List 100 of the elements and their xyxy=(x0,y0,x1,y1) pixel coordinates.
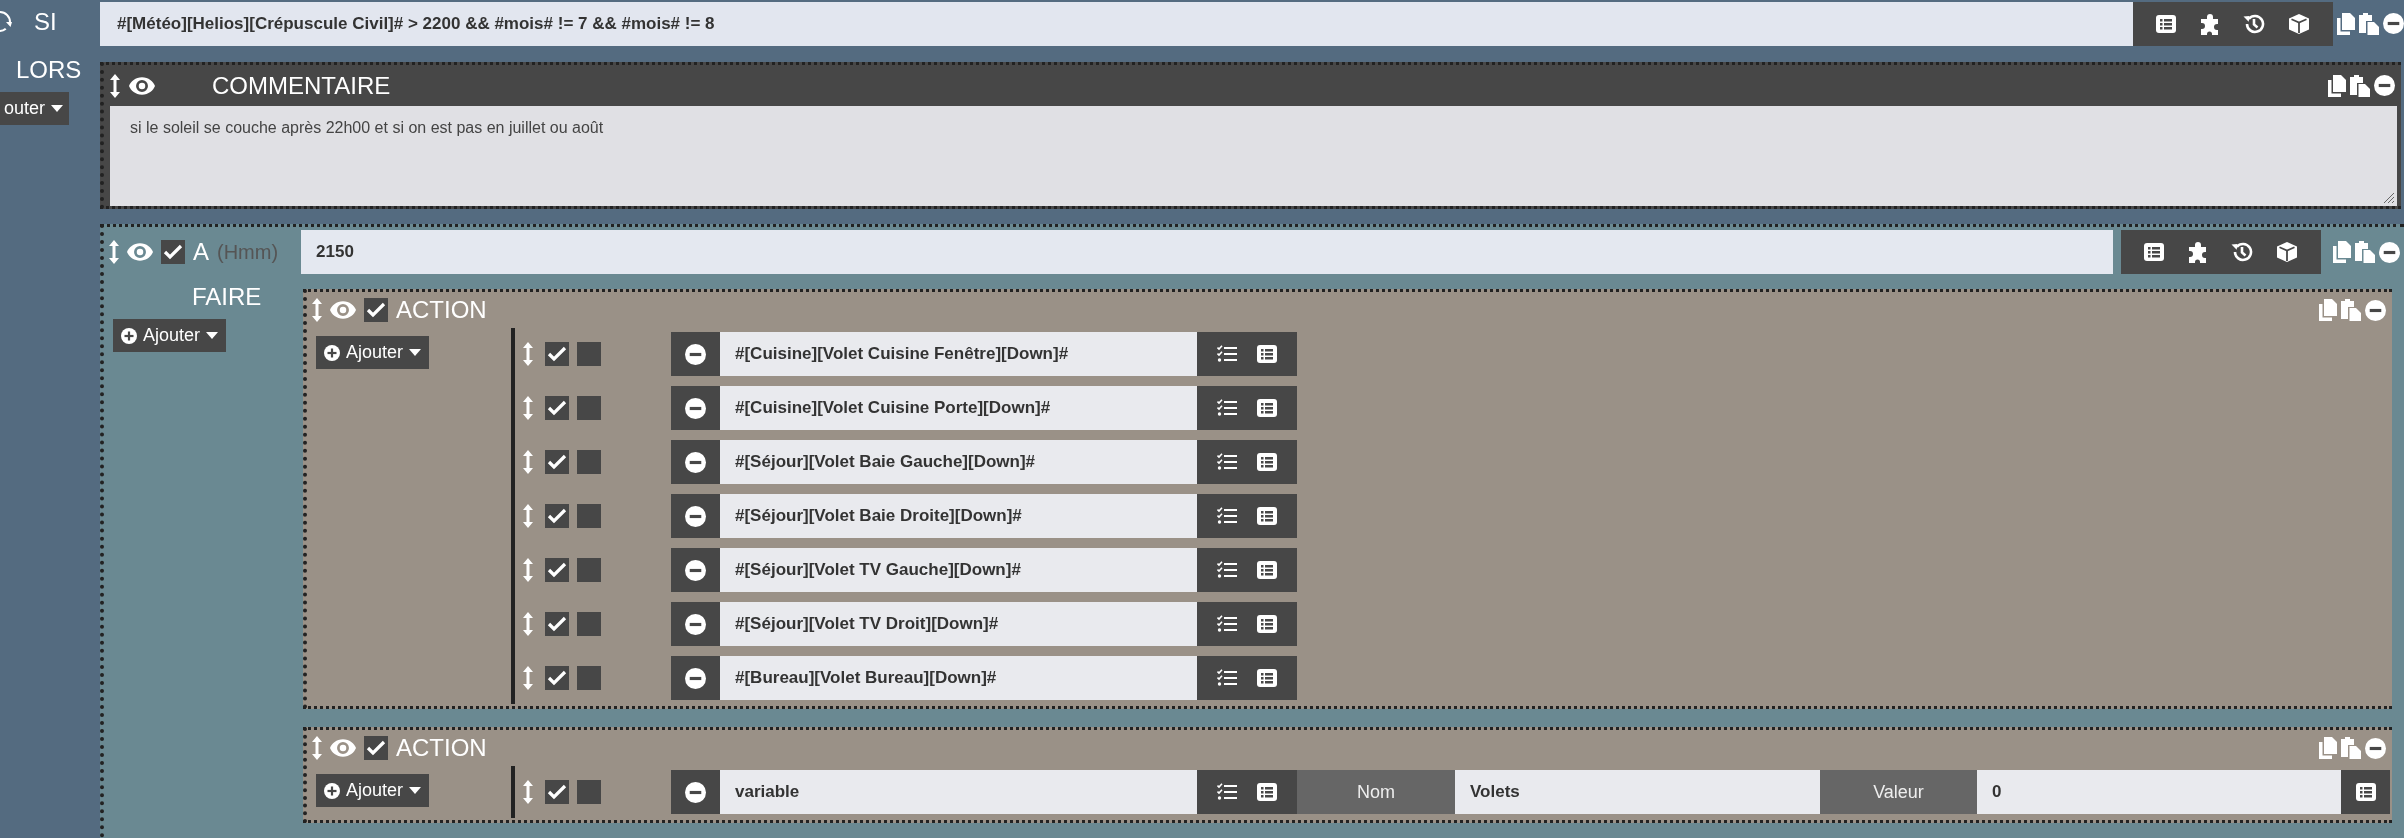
move-handle-icon[interactable] xyxy=(523,612,533,636)
command-field[interactable]: #[Séjour][Volet TV Droit][Down]# xyxy=(720,602,1197,646)
checklist-icon[interactable] xyxy=(1217,783,1237,801)
minus-circle-icon[interactable] xyxy=(685,397,706,419)
history-icon[interactable] xyxy=(2243,12,2266,35)
add-dropdown-button[interactable]: outer xyxy=(0,92,69,125)
move-handle-icon[interactable] xyxy=(523,558,533,582)
paste-icon[interactable] xyxy=(2350,74,2370,97)
minus-circle-icon[interactable] xyxy=(685,781,706,803)
command-field[interactable]: variable xyxy=(720,770,1197,814)
remove-button[interactable] xyxy=(671,656,720,700)
enable-checkbox[interactable] xyxy=(545,342,569,366)
remove-icon[interactable] xyxy=(2365,737,2386,759)
list-icon[interactable] xyxy=(1257,561,1277,579)
minus-circle-icon[interactable] xyxy=(685,451,706,473)
checklist-icon[interactable] xyxy=(1217,669,1237,687)
enable-checkbox[interactable] xyxy=(545,450,569,474)
command-field[interactable]: #[Séjour][Volet Baie Gauche][Down]# xyxy=(720,440,1197,484)
command-field[interactable]: #[Séjour][Volet TV Gauche][Down]# xyxy=(720,548,1197,592)
move-handle-icon[interactable] xyxy=(523,450,533,474)
remove-button[interactable] xyxy=(671,770,720,814)
move-handle-icon[interactable] xyxy=(523,504,533,528)
move-handle-icon[interactable] xyxy=(523,396,533,420)
checklist-icon[interactable] xyxy=(1217,345,1237,363)
parallel-checkbox[interactable] xyxy=(577,450,601,474)
minus-circle-icon[interactable] xyxy=(685,343,706,365)
cube-icon[interactable] xyxy=(2287,12,2310,35)
copy-icon[interactable] xyxy=(2337,12,2355,35)
list-icon[interactable] xyxy=(2355,783,2376,801)
minus-circle-icon[interactable] xyxy=(685,613,706,635)
value-field[interactable]: 0 xyxy=(1977,770,2341,814)
checkbox[interactable] xyxy=(364,736,388,760)
cube-icon[interactable] xyxy=(2275,241,2298,263)
parallel-checkbox[interactable] xyxy=(577,342,601,366)
move-handle-icon[interactable] xyxy=(312,736,322,760)
parallel-checkbox[interactable] xyxy=(577,396,601,420)
list-icon[interactable] xyxy=(1257,507,1277,525)
parallel-checkbox[interactable] xyxy=(577,612,601,636)
command-field[interactable]: #[Séjour][Volet Baie Droite][Down]# xyxy=(720,494,1197,538)
paste-icon[interactable] xyxy=(2359,12,2379,35)
remove-button[interactable] xyxy=(671,494,720,538)
parallel-checkbox[interactable] xyxy=(577,558,601,582)
move-handle-icon[interactable] xyxy=(312,298,322,322)
checkbox[interactable] xyxy=(161,240,185,264)
add-dropdown-button[interactable]: Ajouter xyxy=(316,774,430,807)
remove-icon[interactable] xyxy=(2383,13,2404,34)
name-field[interactable]: Volets xyxy=(1455,770,1820,814)
minus-circle-icon[interactable] xyxy=(685,559,706,581)
move-handle-icon[interactable] xyxy=(523,342,533,366)
list-icon[interactable] xyxy=(1257,453,1277,471)
add-dropdown-button[interactable]: Ajouter xyxy=(113,319,227,352)
checklist-icon[interactable] xyxy=(1217,507,1237,525)
checklist-icon[interactable] xyxy=(1217,561,1237,579)
checkbox[interactable] xyxy=(364,298,388,322)
remove-button[interactable] xyxy=(671,440,720,484)
remove-button[interactable] xyxy=(671,548,720,592)
parallel-checkbox[interactable] xyxy=(577,780,601,804)
parallel-checkbox[interactable] xyxy=(577,666,601,690)
move-handle-icon[interactable] xyxy=(523,780,533,804)
time-field[interactable]: 2150 xyxy=(301,230,2113,274)
enable-checkbox[interactable] xyxy=(545,504,569,528)
list-icon[interactable] xyxy=(2156,14,2177,33)
add-dropdown-button[interactable]: Ajouter xyxy=(316,336,430,369)
remove-icon[interactable] xyxy=(2365,299,2386,321)
list-icon[interactable] xyxy=(1257,615,1277,633)
minus-circle-icon[interactable] xyxy=(685,667,706,689)
eye-icon[interactable] xyxy=(129,76,155,95)
remove-button[interactable] xyxy=(671,332,720,376)
parallel-checkbox[interactable] xyxy=(577,504,601,528)
history-icon[interactable] xyxy=(2231,241,2254,263)
move-handle-icon[interactable] xyxy=(109,240,119,264)
remove-icon[interactable] xyxy=(2379,241,2400,263)
enable-checkbox[interactable] xyxy=(545,612,569,636)
enable-checkbox[interactable] xyxy=(545,780,569,804)
resize-grip-icon[interactable] xyxy=(2383,192,2395,204)
list-icon[interactable] xyxy=(1257,345,1277,363)
remove-button[interactable] xyxy=(671,386,720,430)
checklist-icon[interactable] xyxy=(1217,615,1237,633)
comment-textarea[interactable]: si le soleil se couche après 22h00 et si on est pas en juillet ou août xyxy=(110,106,2397,206)
enable-checkbox[interactable] xyxy=(545,396,569,420)
refresh-icon[interactable] xyxy=(0,11,12,33)
command-field[interactable]: #[Cuisine][Volet Cuisine Porte][Down]# xyxy=(720,386,1197,430)
checklist-icon[interactable] xyxy=(1217,399,1237,417)
list-icon[interactable] xyxy=(1257,783,1277,801)
list-icon[interactable] xyxy=(1257,669,1277,687)
minus-circle-icon[interactable] xyxy=(685,505,706,527)
remove-icon[interactable] xyxy=(2374,75,2395,96)
command-field[interactable]: #[Cuisine][Volet Cuisine Fenêtre][Down]# xyxy=(720,332,1197,376)
enable-checkbox[interactable] xyxy=(545,558,569,582)
list-icon[interactable] xyxy=(2144,243,2165,261)
remove-button[interactable] xyxy=(671,602,720,646)
list-icon[interactable] xyxy=(1257,399,1277,417)
command-field[interactable]: #[Bureau][Volet Bureau][Down]# xyxy=(720,656,1197,700)
checklist-icon[interactable] xyxy=(1217,453,1237,471)
enable-checkbox[interactable] xyxy=(545,666,569,690)
condition-field[interactable]: #[Météo][Helios][Crépuscule Civil]# > 2200 && #mois# != 7 && #mois# != 8 xyxy=(100,1,2133,46)
puzzle-icon[interactable] xyxy=(2198,12,2221,35)
move-handle-icon[interactable] xyxy=(523,666,533,690)
copy-icon[interactable] xyxy=(2328,74,2346,97)
puzzle-icon[interactable] xyxy=(2186,241,2209,263)
